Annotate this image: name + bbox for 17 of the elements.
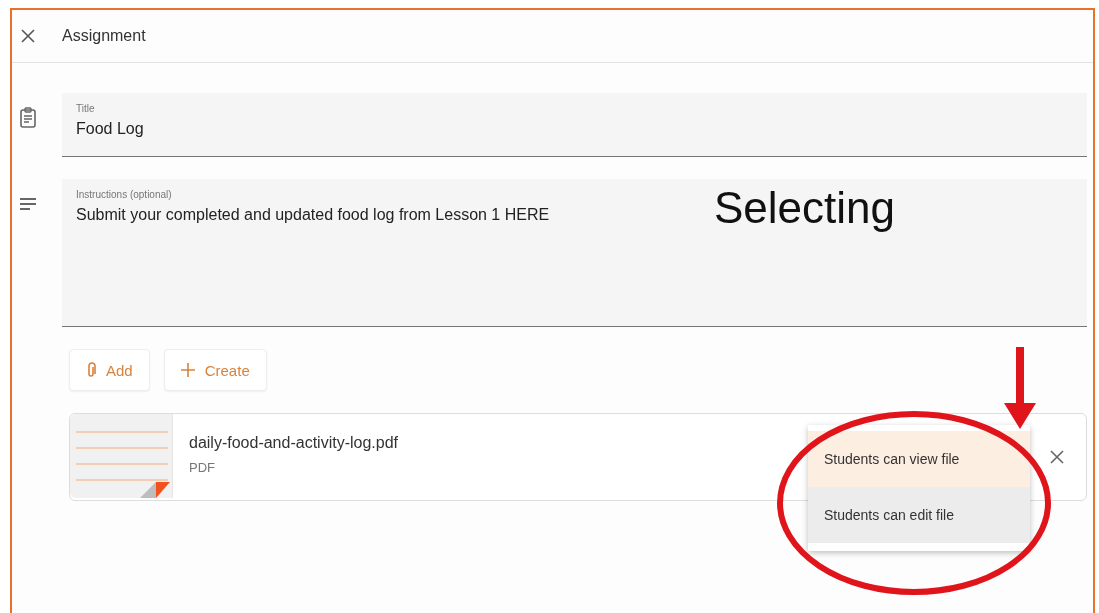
title-field[interactable]: Title Food Log xyxy=(62,93,1087,157)
instructions-field[interactable]: Instructions (optional) Submit your completed and updated food log from Lesson 1 HERE Selecting xyxy=(62,179,1087,327)
menu-item[interactable]: Students can edit file xyxy=(808,487,1030,543)
plus-icon xyxy=(180,363,195,377)
file-type: PDF xyxy=(189,460,215,475)
field-value: Submit your completed and updated food log from Lesson 1 HERE xyxy=(76,206,550,224)
close-icon xyxy=(20,28,36,44)
close-icon xyxy=(1050,450,1064,464)
clipboard-icon xyxy=(18,107,38,129)
field-value: Food Log xyxy=(76,120,144,138)
menu-item[interactable]: Students can view file xyxy=(808,431,1030,487)
annotation-text: Selecting xyxy=(714,183,895,233)
field-label: Instructions (optional) xyxy=(76,189,172,200)
paperclip-icon xyxy=(86,362,96,378)
field-label: Title xyxy=(76,103,95,114)
file-name: daily-food-and-activity-log.pdf xyxy=(189,434,398,452)
page-title: Assignment xyxy=(62,27,146,45)
